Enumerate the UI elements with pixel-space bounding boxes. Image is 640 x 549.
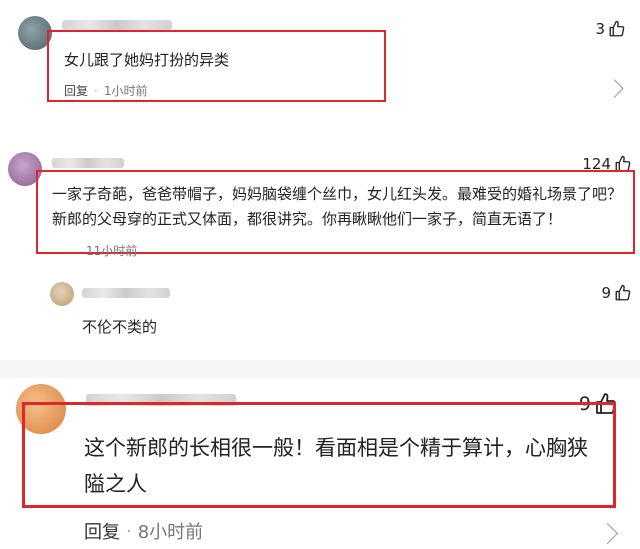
comment-text: 不伦不类的 <box>82 318 158 336</box>
timestamp: 1小时前 <box>103 84 148 98</box>
timestamp: 11小时前 <box>86 244 138 258</box>
chevron-right-icon[interactable] <box>596 522 619 545</box>
comment-text: 女儿跟了她妈打扮的异类 <box>64 51 230 69</box>
username-blurred[interactable] <box>82 288 170 298</box>
username-blurred[interactable] <box>52 158 124 168</box>
thumbs-up-icon <box>609 20 625 37</box>
avatar[interactable] <box>50 282 74 306</box>
comment-text: 这个新郎的长相很一般！看面相是个精于算计，心胸狭隘之人 <box>84 436 588 496</box>
like-button[interactable]: 3 <box>595 20 626 38</box>
username-blurred[interactable] <box>62 20 172 30</box>
like-button[interactable]: 9 <box>601 284 632 302</box>
comment-meta: 回复 · 1小时前 <box>64 82 147 99</box>
section-divider <box>0 360 640 378</box>
chevron-right-icon[interactable] <box>605 79 624 98</box>
reply-link[interactable]: 回复 <box>84 518 120 544</box>
comment-meta: 11小时前 <box>86 242 137 259</box>
thumbs-up-icon <box>615 284 631 301</box>
comment-text: 一家子奇葩，爸爸带帽子，妈妈脑袋缠个丝巾，女儿红头发。最难受的婚礼场景了吧？新郎… <box>52 185 623 228</box>
like-count: 9 <box>601 284 611 302</box>
like-count: 3 <box>595 20 605 38</box>
timestamp: 8小时前 <box>137 522 204 543</box>
comment-meta: 回复 · 8小时前 <box>84 518 203 544</box>
reply-link[interactable]: 回复 <box>64 82 88 99</box>
separator-dot: · <box>126 520 132 542</box>
separator-dot: · <box>94 83 98 98</box>
